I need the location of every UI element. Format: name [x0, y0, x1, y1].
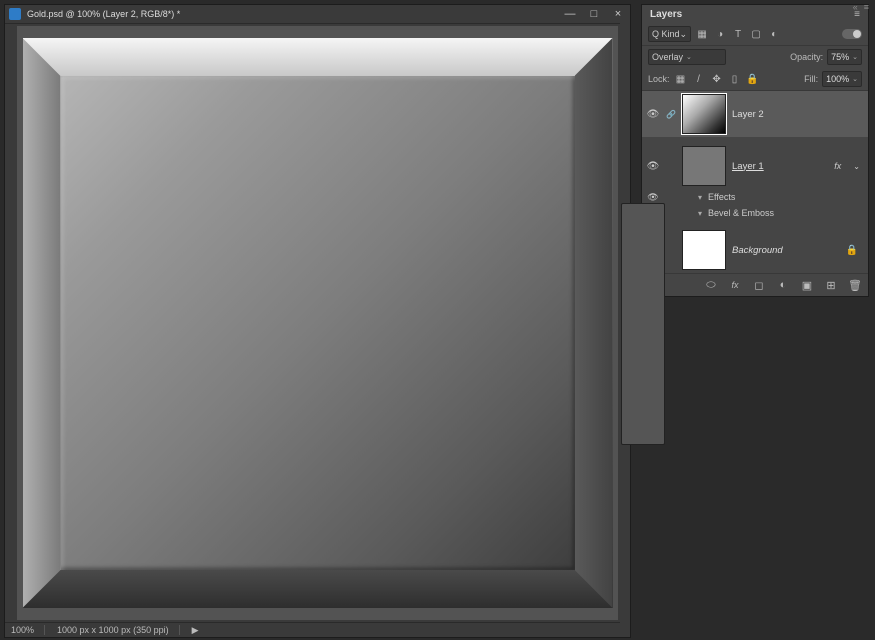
lock-fill-row: Lock: ▦ / ✥ ▯ 🔒 Fill: 100%⌄ [642, 68, 868, 91]
effects-label: Effects [708, 192, 735, 202]
group-icon[interactable]: ▣ [800, 278, 814, 292]
document-info[interactable]: 1000 px x 1000 px (350 ppi) [57, 625, 180, 635]
layer-item[interactable]: 👁 Background 🔒 [642, 227, 868, 273]
layer-item[interactable]: 👁 🔗 Layer 2 [642, 91, 868, 137]
fx-badge[interactable]: fx [834, 161, 847, 171]
close-button[interactable]: × [610, 7, 626, 21]
filter-pixel-icon[interactable]: ▦ [695, 27, 709, 41]
filter-shape-icon[interactable]: ▢ [749, 27, 763, 41]
effect-name: Bevel & Emboss [708, 208, 774, 218]
filter-adjust-icon[interactable]: ◑ [713, 27, 727, 41]
zoom-level[interactable]: 100% [11, 625, 45, 635]
tab-layers[interactable]: Layers [642, 5, 690, 23]
effects-group[interactable]: 👁 ▾ Effects [692, 189, 868, 205]
new-layer-icon[interactable]: ⊞ [824, 278, 838, 292]
fill-input[interactable]: 100%⌄ [822, 71, 862, 87]
filter-smart-icon[interactable]: ◐ [767, 27, 781, 41]
document-title: Gold.psd @ 100% (Layer 2, RGB/8*) * [27, 9, 562, 19]
link-icon[interactable]: 🔗 [666, 110, 676, 119]
status-arrow-icon[interactable]: ▶ [192, 625, 199, 636]
filter-kind-dropdown[interactable]: Q Kind ⌄ [648, 26, 691, 42]
opacity-label: Opacity: [790, 52, 823, 62]
layer-item[interactable]: 👁 Layer 1 fx ⌄ [642, 143, 868, 189]
lock-icon: 🔒 [846, 245, 864, 256]
canvas[interactable] [23, 38, 613, 608]
fill-label: Fill: [804, 74, 818, 84]
link-layers-icon[interactable]: ⬭ [704, 278, 718, 292]
title-bar[interactable]: Gold.psd @ 100% (Layer 2, RGB/8*) * — □ … [5, 5, 630, 24]
blend-opacity-row: Overlay⌄ Opacity: 75%⌄ [642, 46, 868, 68]
effect-item[interactable]: 👁 ▾ Bevel & Emboss [692, 205, 868, 221]
status-bar: 100% 1000 px x 1000 px (350 ppi) ▶ [5, 622, 630, 637]
panel-menu-icon[interactable]: ≡ [864, 2, 869, 12]
chevron-down-icon[interactable]: ⌄ [853, 162, 864, 171]
layer-name[interactable]: Layer 2 [732, 109, 864, 120]
opacity-input[interactable]: 75%⌄ [827, 49, 862, 65]
lock-label: Lock: [648, 74, 670, 84]
canvas-area[interactable] [17, 26, 618, 620]
trash-icon[interactable]: 🗑 [848, 278, 862, 292]
blend-mode-dropdown[interactable]: Overlay⌄ [648, 49, 726, 65]
visibility-toggle-icon[interactable]: 👁 [646, 190, 660, 204]
maximize-button[interactable]: □ [586, 7, 602, 21]
fx-icon[interactable]: fx [728, 278, 742, 292]
chevron-down-icon: ⌄ [680, 29, 688, 40]
collapse-panel-icon[interactable]: « [853, 2, 858, 12]
document-window: Gold.psd @ 100% (Layer 2, RGB/8*) * — □ … [4, 4, 631, 638]
adjustment-icon[interactable]: ◐ [776, 278, 790, 292]
search-icon: Q [652, 29, 659, 39]
lock-transparency-icon[interactable]: ▦ [674, 72, 688, 86]
caret-down-icon: ▾ [698, 193, 702, 202]
scrollbar-thumb[interactable] [621, 203, 665, 445]
minimize-button[interactable]: — [562, 7, 578, 21]
mask-icon[interactable]: ◻ [752, 278, 766, 292]
lock-all-icon[interactable]: 🔒 [746, 72, 760, 86]
filter-toggle[interactable] [842, 29, 862, 39]
layer-thumbnail[interactable] [682, 230, 726, 270]
visibility-toggle-icon[interactable]: 👁 [646, 159, 660, 173]
layer-filter-row: Q Kind ⌄ ▦ ◑ T ▢ ◐ [642, 23, 868, 46]
layer-list: 👁 🔗 Layer 2 👁 Layer 1 fx ⌄ 👁 [642, 91, 868, 273]
visibility-toggle-icon[interactable]: 👁 [646, 107, 660, 121]
layer-thumbnail[interactable] [682, 146, 726, 186]
layers-panel: Layers ≡ Q Kind ⌄ ▦ ◑ T ▢ ◐ [641, 4, 869, 297]
filter-type-icon[interactable]: T [731, 27, 745, 41]
lock-position-icon[interactable]: ✥ [710, 72, 724, 86]
layer-name[interactable]: Layer 1 [732, 161, 828, 172]
lock-image-icon[interactable]: / [692, 72, 706, 86]
caret-down-icon: ▾ [698, 209, 702, 218]
vertical-scrollbar[interactable] [620, 23, 630, 623]
layer-name[interactable]: Background [732, 245, 840, 256]
lock-artboard-icon[interactable]: ▯ [728, 72, 742, 86]
layer-thumbnail[interactable] [682, 94, 726, 134]
panel-footer: ⬭ fx ◻ ◐ ▣ ⊞ 🗑 [642, 273, 868, 296]
app-icon [9, 8, 21, 20]
